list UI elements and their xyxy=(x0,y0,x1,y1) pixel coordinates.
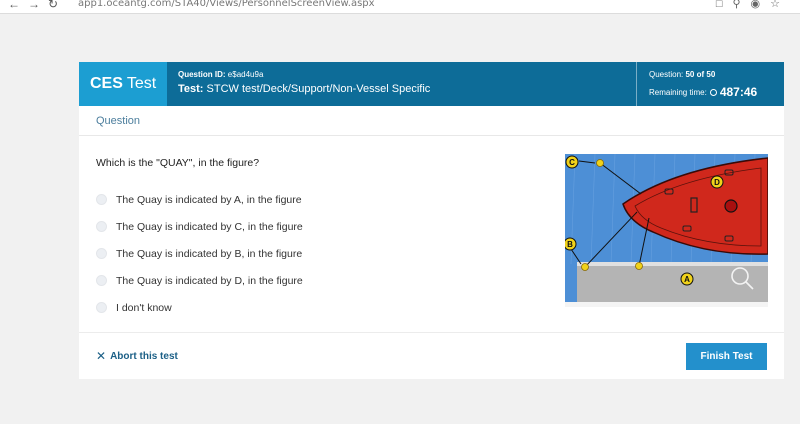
brand-bold: CES xyxy=(90,75,123,92)
question-progress-label: Question: xyxy=(649,70,684,79)
forward-arrow-icon[interactable]: → xyxy=(28,0,40,11)
answer-option-a[interactable]: The Quay is indicated by A, in the figur… xyxy=(96,186,303,213)
answer-option-dont-know[interactable]: I don't know xyxy=(96,294,303,321)
answer-label: The Quay is indicated by C, in the figur… xyxy=(116,220,303,233)
answer-option-c[interactable]: The Quay is indicated by C, in the figur… xyxy=(96,213,303,240)
radio-button[interactable] xyxy=(96,302,107,313)
abort-test-link[interactable]: ✕ Abort this test xyxy=(96,349,178,363)
finish-test-button[interactable]: Finish Test xyxy=(686,343,767,370)
radio-button[interactable] xyxy=(96,248,107,259)
question-id: e$ad4u9a xyxy=(227,70,264,79)
answer-options: The Quay is indicated by A, in the figur… xyxy=(96,186,303,321)
question-id-label: Question ID: xyxy=(178,70,226,79)
back-arrow-icon[interactable]: ← xyxy=(8,0,20,11)
radio-button[interactable] xyxy=(96,275,107,286)
test-card: CES Test Question ID: e$ad4u9a Test: STCW… xyxy=(79,62,784,379)
deck-fitting xyxy=(724,199,738,213)
section-title: Question xyxy=(96,115,141,127)
quay-figure: C D B A xyxy=(565,154,768,307)
close-icon: ✕ xyxy=(96,349,107,363)
quay-bottom xyxy=(565,302,768,307)
abort-label: Abort this test xyxy=(110,350,178,362)
address-bar[interactable]: app1.oceantg.com/STA40/Views/PersonnelSc… xyxy=(78,0,375,9)
reload-icon[interactable]: ↻ xyxy=(48,0,58,11)
answer-label: The Quay is indicated by B, in the figur… xyxy=(116,247,303,260)
radio-button[interactable] xyxy=(96,194,107,205)
footer-divider xyxy=(79,332,784,333)
test-name: STCW test/Deck/Support/Non-Vessel Specif… xyxy=(206,83,431,95)
brand-rest: Test xyxy=(126,75,157,92)
section-bar: Question xyxy=(79,106,784,136)
answer-option-b[interactable]: The Quay is indicated by B, in the figur… xyxy=(96,240,303,267)
figure-label-a: A xyxy=(684,275,690,284)
browser-toolbar-icons: □⚲◉☆ xyxy=(715,0,790,10)
clock-icon xyxy=(709,88,717,96)
figure-label-b: B xyxy=(567,240,573,249)
remaining-time-label: Remaining time: xyxy=(649,87,707,97)
figure-label-d: D xyxy=(714,178,720,187)
figure-label-c: C xyxy=(569,158,575,167)
question-text: Which is the "QUAY", in the figure? xyxy=(96,157,260,169)
question-progress: 50 of 50 xyxy=(685,70,716,79)
remaining-time: 487:46 xyxy=(719,85,758,99)
answer-label: The Quay is indicated by D, in the figur… xyxy=(116,274,303,287)
answer-label: The Quay is indicated by A, in the figur… xyxy=(116,193,302,206)
header-divider xyxy=(636,62,637,106)
brand-logo: CES Test xyxy=(79,62,167,106)
quay-edge xyxy=(577,262,768,266)
test-header: CES Test Question ID: e$ad4u9a Test: STCW… xyxy=(79,62,784,106)
test-status: Question: 50 of 50 Remaining time: 487:4… xyxy=(649,70,757,99)
test-label: Test: xyxy=(178,83,204,95)
browser-toolbar: ← → ↻ app1.oceantg.com/STA40/Views/Perso… xyxy=(0,0,800,14)
radio-button[interactable] xyxy=(96,221,107,232)
answer-option-d[interactable]: The Quay is indicated by D, in the figur… xyxy=(96,267,303,294)
question-info: Question ID: e$ad4u9a Test: STCW test/De… xyxy=(178,70,430,95)
answer-label: I don't know xyxy=(116,301,172,314)
